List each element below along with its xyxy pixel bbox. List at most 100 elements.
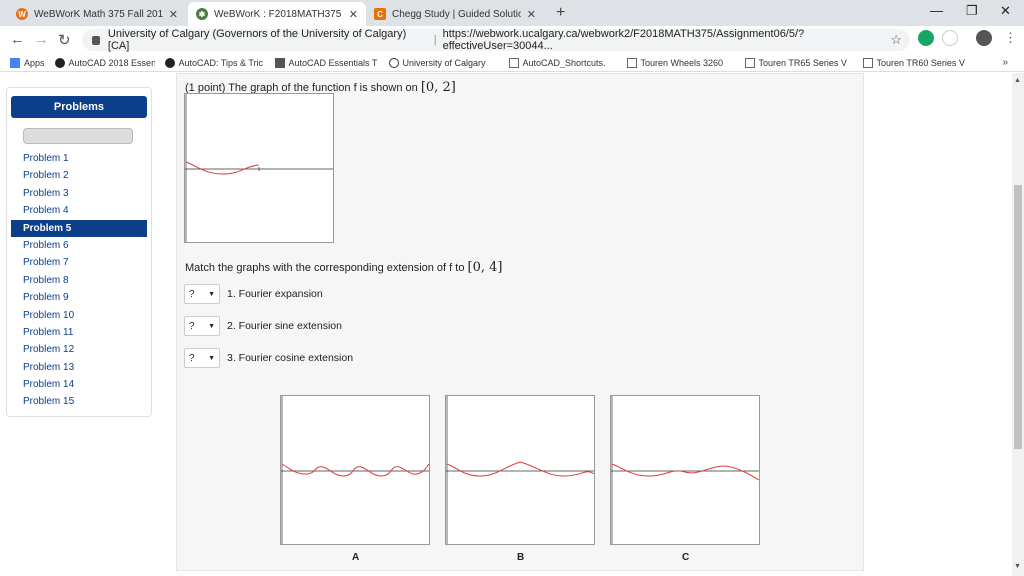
sidebar-item-problem-12[interactable]: Problem 12	[11, 341, 147, 358]
sidebar-item-problem-11[interactable]: Problem 11	[11, 324, 147, 341]
sidebar-item-problem-7[interactable]: Problem 7	[11, 254, 147, 271]
interval-math: [0, 2]	[420, 80, 456, 95]
extension-icon[interactable]	[942, 30, 958, 46]
bookmark-star-icon[interactable]: ☆	[890, 32, 902, 48]
page-scrollbar[interactable]: ▲ ▼	[1012, 73, 1024, 576]
chevron-down-icon: ▼	[208, 290, 215, 298]
tab-title: WeBWorK : F2018MATH375 : Ass	[214, 8, 343, 20]
bookmark-touren-3260[interactable]: Touren Wheels 3260	[626, 57, 735, 68]
scroll-thumb[interactable]	[1014, 185, 1022, 449]
select-value: ?	[189, 288, 195, 300]
bookmark-label: University of Calgary	[402, 57, 486, 68]
profile-avatar-icon[interactable]	[976, 30, 992, 46]
window-close-icon[interactable]: ✕	[1000, 3, 1011, 19]
bookmark-autocad-essentials[interactable]: AutoCAD Essentials T	[274, 57, 379, 68]
graph-b-svg	[446, 396, 595, 544]
sidebar-header: Problems	[11, 96, 147, 118]
bookmark-label: AutoCAD Essentials T	[288, 57, 378, 68]
reload-icon[interactable]: ↻	[58, 31, 71, 49]
restore-icon[interactable]: ❐	[966, 3, 978, 19]
scroll-down-icon[interactable]: ▼	[1014, 563, 1021, 570]
answer-label: 3. Fourier cosine extension	[227, 352, 354, 364]
graph-a-svg	[281, 396, 430, 544]
address-bar[interactable]: University of Calgary (Governors of the …	[82, 28, 910, 52]
graph-f	[184, 93, 334, 243]
close-icon[interactable]: ✕	[169, 8, 178, 21]
apps-grid-icon	[10, 57, 20, 68]
extension-curve-c	[611, 463, 760, 481]
bookmark-autocad-2018[interactable]: AutoCAD 2018 Essen	[54, 57, 155, 68]
problems-sidebar: Problems Problem 1 Problem 2 Problem 3 Prob…	[6, 87, 152, 417]
answer-label: 2. Fourier sine extension	[227, 320, 342, 332]
answer-row-2: ? ▼ 2. Fourier sine extension	[184, 316, 342, 336]
separator: |	[433, 34, 437, 46]
bookmark-apps[interactable]: Apps	[10, 57, 45, 68]
sidebar-item-problem-14[interactable]: Problem 14	[11, 376, 147, 393]
answer-row-3: ? ▼ 3. Fourier cosine extension	[184, 348, 353, 368]
sidebar-item-problem-4[interactable]: Problem 4	[11, 202, 147, 219]
sidebar-item-problem-1[interactable]: Problem 1	[11, 150, 147, 167]
close-icon[interactable]: ✕	[349, 8, 358, 21]
bookmark-label: AutoCAD 2018 Essen	[68, 57, 155, 68]
close-icon[interactable]: ✕	[527, 8, 536, 21]
select-value: ?	[189, 320, 195, 332]
video-icon	[274, 57, 285, 68]
extension-curve-a	[281, 463, 430, 477]
answer-select-2[interactable]: ? ▼	[184, 316, 220, 336]
page-icon	[744, 57, 755, 68]
sidebar-item-problem-13[interactable]: Problem 13	[11, 359, 147, 376]
tab-title: Chegg Study | Guided Solutions	[392, 8, 521, 20]
sidebar-item-problem-9[interactable]: Problem 9	[11, 289, 147, 306]
bookmark-label: Touren TR60 Series V	[876, 57, 965, 68]
forward-icon[interactable]: →	[34, 31, 49, 48]
graph-f-svg	[185, 94, 333, 242]
answer-select-1[interactable]: ? ▼	[184, 284, 220, 304]
problem-panel: (1 point) The graph of the function f is…	[176, 73, 864, 571]
chegg-favicon-icon: C	[374, 8, 386, 20]
bookmark-label: AutoCAD: Tips & Tric	[178, 57, 264, 68]
page-icon	[862, 57, 873, 68]
bookmark-autocad-tips[interactable]: AutoCAD: Tips & Tric	[164, 57, 265, 68]
bookmark-touren-tr60[interactable]: Touren TR60 Series V	[862, 57, 971, 68]
sidebar-item-problem-8[interactable]: Problem 8	[11, 272, 147, 289]
menu-kebab-icon[interactable]: ⋮	[1004, 30, 1017, 46]
bookmark-label: Touren TR65 Series V	[758, 57, 847, 68]
sidebar-item-problem-6[interactable]: Problem 6	[11, 237, 147, 254]
bookmark-label: Apps	[24, 57, 45, 68]
tab-webwork-assignment[interactable]: ✱ WeBWorK : F2018MATH375 : Ass ✕	[188, 2, 366, 26]
sidebar-item-problem-2[interactable]: Problem 2	[11, 167, 147, 184]
match-text: Match the graphs with the corresponding …	[185, 262, 468, 274]
bookmark-touren-tr65[interactable]: Touren TR65 Series V	[744, 57, 853, 68]
tab-chegg[interactable]: C Chegg Study | Guided Solutions ✕	[366, 2, 544, 26]
webwork-favicon-icon: W	[16, 8, 28, 20]
answer-row-1: ? ▼ 1. Fourier expansion	[184, 284, 323, 304]
scroll-up-icon[interactable]: ▲	[1014, 77, 1021, 84]
chevron-down-icon: ▼	[208, 354, 215, 362]
function-curve	[185, 161, 260, 175]
sidebar-placeholder-box	[23, 128, 133, 144]
graph-label-a: A	[352, 552, 360, 563]
new-tab-icon[interactable]: +	[556, 4, 565, 22]
answer-select-3[interactable]: ? ▼	[184, 348, 220, 368]
sidebar-item-problem-15[interactable]: Problem 15	[11, 393, 147, 410]
graph-b	[445, 395, 595, 545]
match-instructions: Match the graphs with the corresponding …	[185, 260, 502, 275]
back-icon[interactable]: ←	[10, 31, 25, 48]
tab-webwork-math375[interactable]: W WeBWorK Math 375 Fall 2018 - M ✕	[8, 2, 186, 26]
sidebar-item-problem-3[interactable]: Problem 3	[11, 185, 147, 202]
page-icon	[508, 57, 519, 68]
toolbar: ← → ↻ University of Calgary (Governors o…	[0, 26, 1024, 54]
bookmarks-overflow-icon[interactable]: »	[1002, 57, 1008, 68]
minimize-icon[interactable]: —	[930, 3, 943, 18]
select-value: ?	[189, 352, 195, 364]
webwork-favicon-icon: ✱	[196, 8, 208, 20]
sidebar-item-problem-10[interactable]: Problem 10	[11, 307, 147, 324]
chevron-down-icon: ▼	[208, 322, 215, 330]
sidebar-item-problem-5[interactable]: Problem 5	[11, 219, 147, 237]
graph-a	[280, 395, 430, 545]
grammarly-extension-icon[interactable]	[918, 30, 934, 46]
bookmark-ucalgary[interactable]: University of Calgary	[388, 57, 499, 68]
site-organization: University of Calgary (Governors of the …	[107, 28, 407, 52]
bookmark-label: Touren Wheels 3260	[640, 57, 724, 68]
bookmark-autocad-shortcuts[interactable]: AutoCAD_Shortcuts.	[508, 57, 617, 68]
